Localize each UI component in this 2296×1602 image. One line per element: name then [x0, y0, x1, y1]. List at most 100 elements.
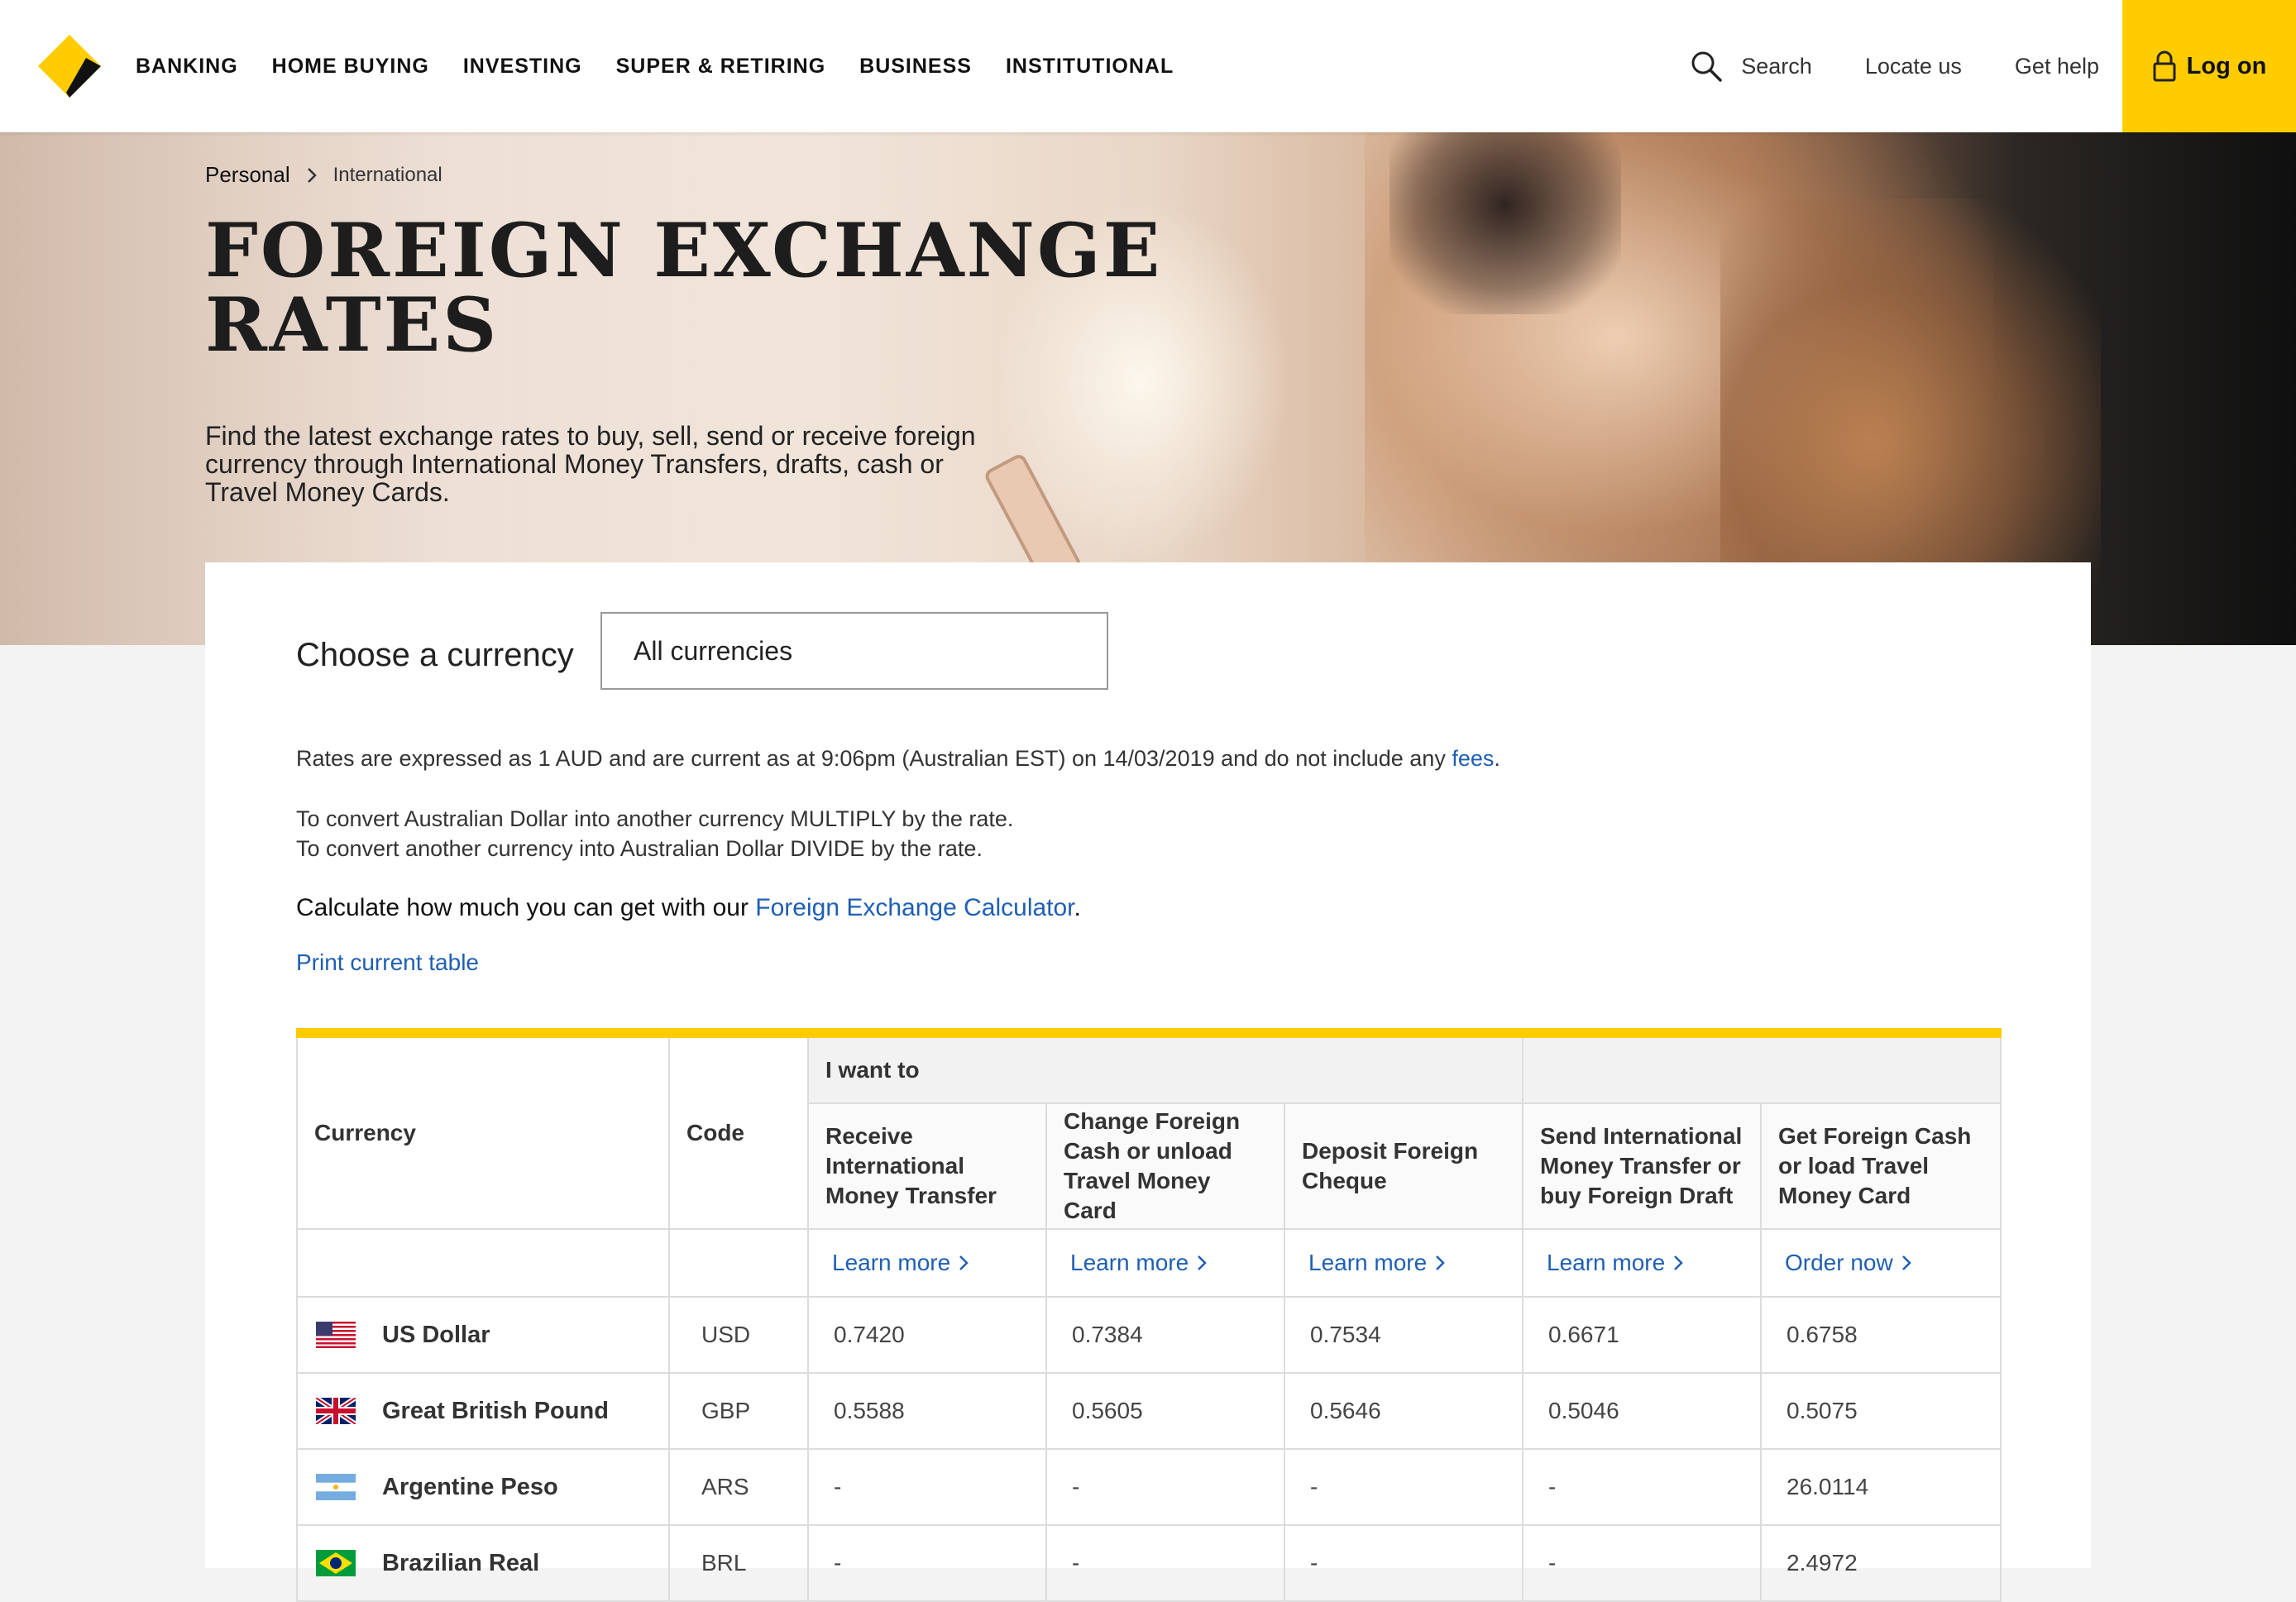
rate-cell: -	[1284, 1524, 1523, 1602]
rate-cell: 0.6671	[1522, 1296, 1762, 1374]
calculator-note-text: Calculate how much you can get with our	[296, 894, 756, 921]
learn-more-label: Learn more	[1308, 1250, 1428, 1275]
currency-name: Argentine Peso	[382, 1473, 558, 1500]
locate-us-link[interactable]: Locate us	[1865, 54, 1962, 79]
rate-cell: 0.7420	[807, 1296, 1047, 1374]
col-send-imt: Send International Money Transfer or buy…	[1522, 1102, 1762, 1230]
learn-more-label: Learn more	[1070, 1250, 1189, 1275]
intro-text: Find the latest exchange rates to buy, s…	[205, 421, 976, 507]
commbank-logo[interactable]	[36, 33, 103, 99]
rate-cell: -	[807, 1448, 1047, 1526]
learn-more-row: Learn more Learn more Learn more Learn m…	[296, 1228, 2002, 1298]
learn-more-deposit-link[interactable]: Learn more	[1308, 1250, 1445, 1276]
choose-currency-label: Choose a currency	[296, 637, 574, 673]
rate-cell: -	[1045, 1524, 1285, 1602]
learn-more-label: Learn more	[1547, 1250, 1666, 1275]
uk-flag-icon	[316, 1398, 356, 1424]
chevron-right-icon	[307, 167, 317, 183]
table-row: Argentine Peso ARS - - - - 26.0114	[296, 1448, 2002, 1526]
site-header: BANKING HOME BUYING INVESTING SUPER & RE…	[0, 0, 2296, 132]
breadcrumb-international: International	[332, 163, 442, 186]
print-table-link[interactable]: Print current table	[296, 949, 479, 976]
rate-cell: 0.5588	[807, 1372, 1047, 1450]
rate-cell: -	[1522, 1524, 1762, 1602]
empty-cell	[668, 1228, 809, 1298]
rates-card: Choose a currency All currencies Rates a…	[205, 562, 2091, 1602]
calculator-note: Calculate how much you can get with our …	[296, 894, 1081, 922]
table-row: Great British Pound GBP 0.5588 0.5605 0.…	[296, 1372, 2002, 1450]
breadcrumb: Personal International	[205, 162, 442, 188]
search-label: Search	[1741, 53, 1812, 79]
us-flag-icon	[316, 1322, 356, 1348]
rate-cell: -	[1284, 1448, 1523, 1526]
currency-code: GBP	[668, 1372, 809, 1450]
rate-cell: 0.5646	[1284, 1372, 1523, 1450]
currency-code: BRL	[668, 1524, 809, 1602]
col-change-cash: Change Foreign Cash or unload Travel Mon…	[1045, 1102, 1285, 1230]
lock-icon	[2153, 50, 2176, 82]
col-deposit-cheque: Deposit Foreign Cheque	[1284, 1102, 1523, 1230]
rates-note-end: .	[1494, 746, 1500, 771]
currency-code: ARS	[668, 1448, 809, 1526]
rate-cell: -	[1045, 1448, 1285, 1526]
get-help-link[interactable]: Get help	[2015, 54, 2099, 79]
learn-more-label: Learn more	[832, 1250, 951, 1275]
currency-name: Great British Pound	[382, 1397, 609, 1424]
rate-cell: 0.5075	[1760, 1372, 2002, 1450]
calculator-note-end: .	[1074, 894, 1081, 921]
learn-more-change-link[interactable]: Learn more	[1070, 1250, 1207, 1276]
nav-home-buying[interactable]: HOME BUYING	[272, 55, 429, 79]
currency-name: Brazilian Real	[382, 1549, 540, 1576]
rate-cell: 0.5046	[1522, 1372, 1762, 1450]
rates-note: Rates are expressed as 1 AUD and are cur…	[296, 746, 1500, 772]
fx-calculator-link[interactable]: Foreign Exchange Calculator	[755, 894, 1074, 921]
convert-divide-text: To convert another currency into Austral…	[296, 836, 983, 861]
rate-cell: -	[807, 1524, 1047, 1602]
rate-cell: 26.0114	[1760, 1448, 2002, 1526]
chevron-right-icon	[1901, 1255, 1911, 1270]
brazil-flag-icon	[316, 1550, 356, 1576]
search-button[interactable]: Search	[1690, 50, 1812, 83]
nav-banking[interactable]: BANKING	[136, 55, 238, 79]
nav-super-retiring[interactable]: SUPER & RETIRING	[616, 55, 826, 79]
rates-note-text: Rates are expressed as 1 AUD and are cur…	[296, 746, 1452, 771]
rates-table: Currency Code I want to Receive Internat…	[296, 1028, 2002, 1602]
currency-header: Currency	[296, 1032, 670, 1230]
main-nav: BANKING HOME BUYING INVESTING SUPER & RE…	[136, 0, 1208, 132]
col-get-cash: Get Foreign Cash or load Travel Money Ca…	[1760, 1102, 2002, 1230]
code-header: Code	[668, 1032, 809, 1230]
learn-more-send-link[interactable]: Learn more	[1547, 1250, 1683, 1276]
table-row: Brazilian Real BRL - - - - 2.4972	[296, 1524, 2002, 1602]
currency-code: USD	[668, 1296, 809, 1374]
rate-cell: 2.4972	[1760, 1524, 2002, 1602]
page-title: FOREIGN EXCHANGE RATES	[205, 213, 1198, 362]
breadcrumb-personal[interactable]: Personal	[205, 162, 290, 188]
convert-multiply-text: To convert Australian Dollar into anothe…	[296, 806, 1014, 831]
fees-link[interactable]: fees	[1452, 746, 1494, 771]
chevron-right-icon	[959, 1255, 969, 1270]
chevron-right-icon	[1198, 1255, 1207, 1270]
order-now-label: Order now	[1785, 1250, 1893, 1275]
argentina-flag-icon	[316, 1474, 356, 1500]
nav-investing[interactable]: INVESTING	[463, 55, 582, 79]
chevron-right-icon	[1674, 1255, 1683, 1270]
order-now-link[interactable]: Order now	[1785, 1250, 1911, 1276]
nav-business[interactable]: BUSINESS	[859, 55, 972, 79]
log-on-label: Log on	[2186, 52, 2267, 79]
group-header-2	[1522, 1032, 2002, 1104]
empty-cell	[296, 1228, 670, 1298]
table-row: US Dollar USD 0.7420 0.7384 0.7534 0.667…	[296, 1296, 2002, 1374]
learn-more-receive-link[interactable]: Learn more	[832, 1250, 969, 1276]
search-icon	[1691, 51, 1723, 82]
nav-institutional[interactable]: INSTITUTIONAL	[1006, 55, 1174, 79]
currency-name: US Dollar	[382, 1321, 490, 1348]
log-on-button[interactable]: Log on	[2122, 0, 2296, 132]
rate-cell: 0.6758	[1760, 1296, 2002, 1374]
rate-cell: 0.7384	[1045, 1296, 1285, 1374]
currency-select[interactable]: All currencies	[600, 612, 1108, 690]
page-title-line2: RATES	[205, 281, 500, 369]
i-want-to-header: I want to	[807, 1032, 1523, 1104]
chevron-right-icon	[1436, 1255, 1445, 1270]
rate-cell: -	[1522, 1448, 1762, 1526]
rate-cell: 0.5605	[1045, 1372, 1285, 1450]
